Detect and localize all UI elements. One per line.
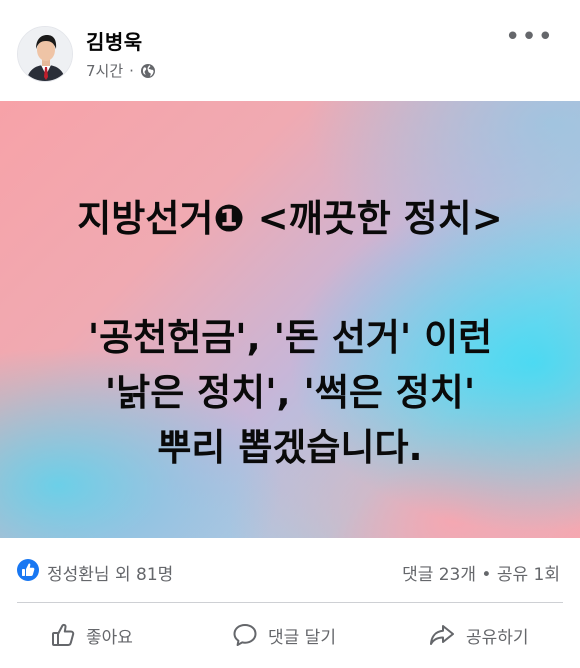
- reaction-stats: 정성환님 외 81명 댓글 23개 • 공유 1회: [0, 540, 580, 602]
- action-bar: 좋아요 댓글 달기 공유하기: [0, 603, 580, 668]
- globe-icon[interactable]: [140, 63, 156, 79]
- post-text-line-4: 뿌리 뽑겠습니다.: [157, 426, 423, 469]
- thumbs-up-icon: [52, 623, 75, 646]
- post-header: 김병욱 7시간 · •••: [0, 0, 580, 100]
- comment-share-counts[interactable]: 댓글 23개 • 공유 1회: [402, 560, 560, 585]
- comment-button[interactable]: 댓글 달기: [232, 617, 336, 653]
- like-label: 좋아요: [86, 627, 133, 648]
- like-button[interactable]: 좋아요: [50, 617, 133, 653]
- post-time[interactable]: 7시간: [86, 60, 123, 81]
- reactor-summary[interactable]: 정성환님 외 81명: [47, 560, 173, 585]
- post-meta: 7시간 ·: [86, 60, 156, 81]
- meta-separator: ·: [129, 61, 134, 80]
- more-dots-icon[interactable]: •••: [505, 22, 554, 52]
- share-arrow-icon: [430, 625, 454, 645]
- post-text-line-2: '공천헌금', '돈 선거' 이런: [87, 316, 493, 359]
- share-button[interactable]: 공유하기: [428, 617, 529, 653]
- post-text-line-3: '낡은 정치', '썩은 정치': [104, 371, 476, 414]
- comment-label: 댓글 달기: [268, 627, 336, 648]
- author-name[interactable]: 김병욱: [86, 26, 143, 55]
- thumbs-up-badge-glyph: [22, 563, 35, 576]
- share-label: 공유하기: [466, 627, 529, 648]
- thumbs-up-icon[interactable]: [17, 559, 39, 581]
- post-text-line-1: 지방선거❶ <깨끗한 정치>: [77, 197, 503, 240]
- author-avatar[interactable]: [17, 26, 73, 82]
- speech-bubble-icon: [233, 624, 257, 646]
- avatar-photo: [18, 27, 72, 81]
